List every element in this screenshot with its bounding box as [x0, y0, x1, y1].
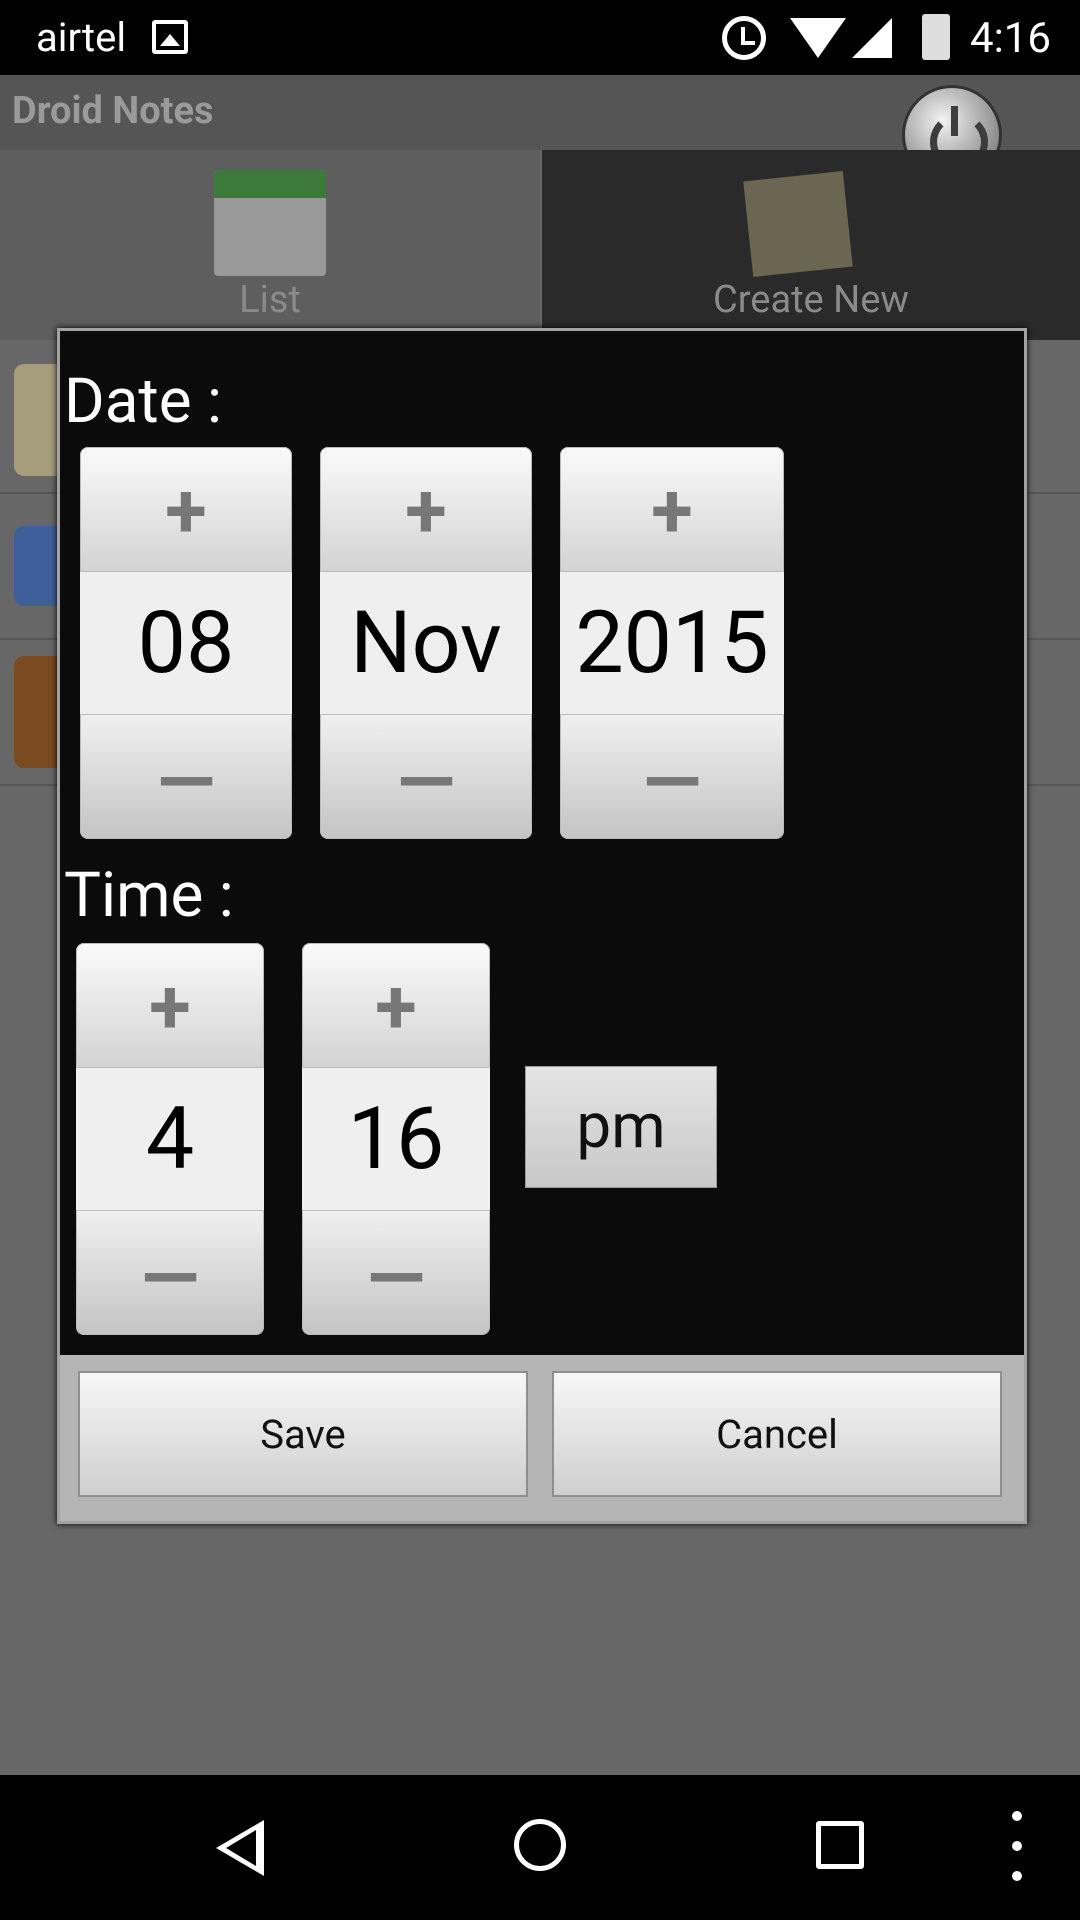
- minus-icon: —: [397, 737, 455, 827]
- date-label: Date :: [64, 365, 222, 438]
- year-spinner: + 2015 —: [560, 447, 784, 839]
- minute-value[interactable]: 16: [302, 1068, 490, 1210]
- day-spinner: + 08 —: [80, 447, 292, 839]
- month-value[interactable]: Nov: [320, 572, 532, 714]
- hour-increment-button[interactable]: +: [76, 943, 264, 1068]
- minute-spinner: + 16 —: [302, 943, 490, 1335]
- hour-spinner: + 4 —: [76, 943, 264, 1335]
- tab-bar: List Create New: [0, 150, 1080, 340]
- tab-list[interactable]: List: [0, 150, 540, 340]
- app-title: Droid Notes: [12, 89, 214, 133]
- plus-icon: +: [165, 466, 207, 556]
- recent-apps-icon[interactable]: [816, 1821, 864, 1869]
- plus-icon: +: [405, 466, 447, 556]
- hour-decrement-button[interactable]: —: [76, 1210, 264, 1335]
- year-increment-button[interactable]: +: [560, 447, 784, 572]
- minus-icon: —: [367, 1233, 425, 1323]
- plus-icon: +: [375, 962, 417, 1052]
- status-time: 4:16: [970, 14, 1051, 63]
- hour-value[interactable]: 4: [76, 1068, 264, 1210]
- alarm-icon: [722, 16, 766, 60]
- image-notification-icon: [152, 20, 188, 54]
- month-decrement-button[interactable]: —: [320, 714, 532, 839]
- tab-list-label: List: [239, 278, 301, 322]
- navigation-bar: [0, 1775, 1080, 1920]
- minus-icon: —: [141, 1233, 199, 1323]
- dialog-button-bar: Save Cancel: [60, 1355, 1024, 1521]
- save-button[interactable]: Save: [78, 1371, 528, 1497]
- month-increment-button[interactable]: +: [320, 447, 532, 572]
- minus-icon: —: [157, 737, 215, 827]
- date-time-dialog: Date : + 08 — + Nov — + 2015 — Time : + …: [57, 328, 1027, 1524]
- cell-signal-icon: [852, 18, 892, 58]
- home-icon[interactable]: [514, 1819, 566, 1871]
- cancel-button[interactable]: Cancel: [552, 1371, 1002, 1497]
- battery-charging-icon: [922, 14, 950, 60]
- sticky-note-icon: [743, 171, 853, 277]
- am-pm-toggle-button[interactable]: pm: [525, 1066, 717, 1188]
- time-label: Time :: [64, 859, 234, 932]
- overflow-menu-icon[interactable]: [1012, 1811, 1024, 1881]
- tab-create-new-label: Create New: [713, 278, 909, 322]
- carrier-name: airtel: [36, 14, 127, 61]
- plus-icon: +: [651, 466, 693, 556]
- plus-icon: +: [149, 962, 191, 1052]
- status-bar: airtel 4:16: [0, 0, 1080, 75]
- day-increment-button[interactable]: +: [80, 447, 292, 572]
- year-value[interactable]: 2015: [560, 572, 784, 714]
- day-value[interactable]: 08: [80, 572, 292, 714]
- tab-create-new[interactable]: Create New: [542, 150, 1080, 340]
- wifi-icon: [790, 18, 846, 58]
- day-decrement-button[interactable]: —: [80, 714, 292, 839]
- back-icon[interactable]: [216, 1820, 264, 1876]
- minute-decrement-button[interactable]: —: [302, 1210, 490, 1335]
- year-decrement-button[interactable]: —: [560, 714, 784, 839]
- minute-increment-button[interactable]: +: [302, 943, 490, 1068]
- minus-icon: —: [643, 737, 701, 827]
- month-spinner: + Nov —: [320, 447, 532, 839]
- calendar-list-icon: [214, 170, 326, 276]
